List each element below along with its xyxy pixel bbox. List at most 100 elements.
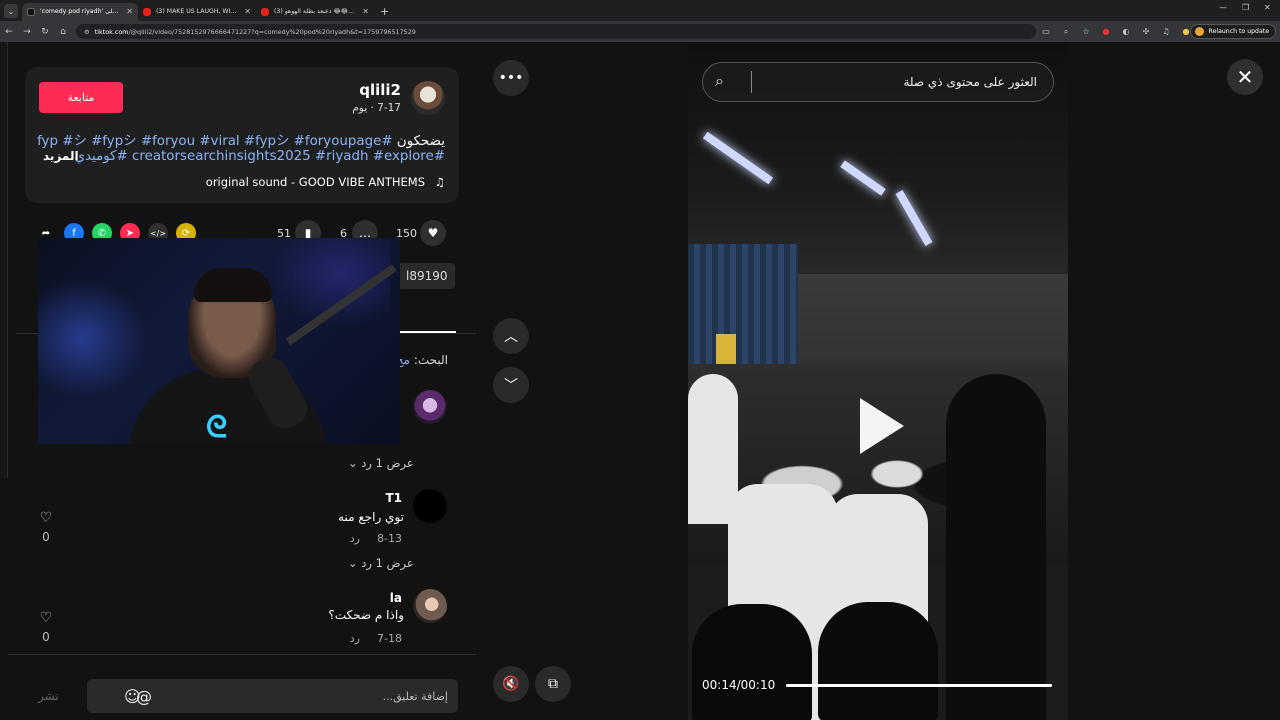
heart-outline-icon[interactable]: ♡ [36, 510, 56, 526]
previous-video-chevron-up-icon[interactable]: ︿ [493, 318, 529, 354]
comment-username[interactable]: la [390, 591, 402, 605]
url-host: tiktok.com [94, 27, 129, 36]
music-note-icon: ♫ [434, 175, 445, 189]
view-replies-label: عرض 1 رد [361, 456, 414, 470]
caption-hashtags[interactable]: #creatorsearchinsights2025 #riyadh #expl… [75, 149, 445, 164]
video-progress-fill [786, 684, 1052, 687]
tab-title: (3) MAKE US LAUGH, WIN $10... [156, 8, 255, 15]
comment-search-hint: البحث: مخ [396, 353, 448, 367]
comment-avatar[interactable] [413, 489, 447, 523]
creator-avatar[interactable] [411, 81, 445, 115]
bookmark-star-icon[interactable]: ☆ [1076, 27, 1096, 36]
relaunch-button[interactable]: Relaunch to update [1189, 24, 1276, 39]
related-search-bar[interactable]: ⌕ [702, 62, 1054, 102]
cast-icon[interactable]: ▭ [1036, 27, 1056, 36]
close-icon[interactable]: ✕ [1227, 59, 1263, 95]
chevron-down-icon: ⌄ [348, 556, 358, 570]
window-close-icon[interactable]: ✕ [1264, 3, 1271, 12]
mute-icon[interactable]: 🔇 [493, 666, 529, 702]
tab-search-icon[interactable]: ⌄ [4, 4, 18, 18]
music-title: original sound - GOOD VIBE ANTHEMS [205, 175, 426, 189]
duration: 00:10 [740, 678, 776, 692]
search-prefix: البحث: [413, 353, 448, 367]
video-player-area: ••• ︿ ﹀ 🔇 ⧉ ⌕ العثور على محتوى ذي صلة 00… [476, 42, 1280, 720]
address-bar[interactable]: ⚙ tiktok.com/@qlili2/video/7528152976666… [76, 24, 1036, 39]
browser-tab-tiktok[interactable]: 'comedy pod riyadh' اعثر على ✕ [22, 3, 138, 21]
reply-link[interactable]: رد [350, 532, 360, 545]
new-tab-icon[interactable]: + [380, 5, 389, 18]
site-info-icon[interactable]: ⚙ [84, 28, 90, 36]
comment-like[interactable]: ♡ 0 [36, 610, 56, 644]
view-replies-link[interactable]: عرض 1 رد ⌄ [348, 556, 414, 570]
browser-toolbar: ← → ↻ ⌂ ⚙ tiktok.com/@qlili2/video/75281… [0, 21, 1280, 42]
chevron-down-icon: ⌄ [348, 456, 358, 470]
video-timestamp: 00:14/00:10 [702, 678, 776, 692]
next-video-chevron-down-icon[interactable]: ﹀ [493, 367, 529, 403]
reply-link[interactable]: رد [350, 632, 360, 645]
comment-avatar[interactable] [413, 390, 447, 424]
view-replies-label: عرض 1 رد [361, 556, 414, 570]
webcam-overlay: ᘓ [38, 238, 400, 444]
home-icon[interactable]: ⌂ [54, 27, 72, 37]
left-edge-scrollbar[interactable] [0, 42, 8, 478]
webcam-blue-light [38, 278, 148, 398]
close-tab-icon[interactable]: ✕ [244, 3, 251, 21]
video-progress-bar[interactable] [786, 684, 1052, 687]
view-replies-link[interactable]: عرض 1 رد ⌄ [348, 456, 414, 470]
caption-hashtags[interactable]: #fyp #シ #fypシ #foryou #viral #fypシ #fory… [37, 134, 393, 149]
comment-like[interactable]: ♡ 0 [36, 510, 56, 544]
comment-avatar[interactable] [413, 589, 447, 623]
browser-tab-youtube-1[interactable]: (3) MAKE US LAUGH, WIN $10... ✕ [138, 3, 256, 21]
video-chair [692, 604, 812, 720]
more-link[interactable]: المزيد [43, 149, 79, 163]
media-icon[interactable]: ♫ [1156, 27, 1176, 36]
copy-link-field[interactable]: l89190 [398, 263, 455, 289]
search-icon[interactable]: ⌕ [715, 71, 724, 91]
youtube-icon [143, 8, 151, 16]
heart-outline-icon[interactable]: ♡ [36, 610, 56, 626]
video-frame[interactable]: ⌕ 00:14/00:10 [688, 44, 1068, 720]
restore-icon[interactable]: ❐ [1242, 3, 1249, 12]
video-chair [818, 602, 938, 720]
comment-like-count: 0 [42, 630, 50, 644]
browser-tab-strip: ⌄ 'comedy pod riyadh' اعثر على ✕ (3) MAK… [0, 0, 1280, 21]
forward-icon[interactable]: → [18, 27, 36, 37]
extension-icon[interactable]: ◐ [1116, 27, 1136, 36]
mention-icon[interactable]: @ [136, 687, 152, 706]
comment-date: 8-13 [377, 532, 402, 545]
creator-username[interactable]: qlili2 [359, 81, 401, 99]
close-tab-icon[interactable]: ✕ [362, 3, 369, 21]
description-card: qlili2 7-17 · يوم متابعة يضحكون #fyp #シ … [25, 67, 459, 203]
follow-button[interactable]: متابعة [39, 82, 123, 113]
streamer-logo-icon: ᘓ [206, 410, 228, 444]
close-tab-icon[interactable]: ✕ [126, 3, 133, 21]
post-comment-button[interactable]: نشر [38, 689, 59, 703]
related-search-input[interactable] [751, 71, 1041, 93]
comment-date: 7-18 [377, 632, 402, 645]
picture-in-picture-icon[interactable]: ⧉ [535, 666, 571, 702]
extension-icon[interactable]: ● [1096, 27, 1116, 36]
caption-line-2: #creatorsearchinsights2025 #riyadh #expl… [62, 149, 445, 164]
heart-icon[interactable]: ♥ [420, 220, 446, 246]
comment-text: واذا م ضحكت؟ [328, 608, 404, 622]
back-icon[interactable]: ← [0, 27, 18, 37]
tab-title: (3) دعبعد بطلة الهوهو 😂😂😂😂 [274, 8, 363, 15]
current-time: 00:14 [702, 678, 737, 692]
minimize-icon[interactable]: — [1219, 3, 1227, 12]
youtube-icon [261, 8, 269, 16]
caption-text: يضحكون [396, 134, 445, 149]
post-date: 7-17 · يوم [352, 102, 401, 114]
screen: ⌄ 'comedy pod riyadh' اعثر على ✕ (3) MAK… [0, 0, 1280, 720]
reload-icon[interactable]: ↻ [36, 27, 54, 37]
browser-tab-youtube-2[interactable]: (3) دعبعد بطلة الهوهو 😂😂😂😂 ✕ [256, 3, 374, 21]
tiktok-page: qlili2 7-17 · يوم متابعة يضحكون #fyp #シ … [0, 42, 1280, 720]
url-path: /@qlili2/video/7528152976666471227?q=com… [128, 27, 416, 36]
comment-text: توي راجع منه [338, 510, 404, 524]
comment-like-count: 0 [42, 530, 50, 544]
more-options-icon[interactable]: ••• [493, 60, 529, 96]
music-link[interactable]: original sound - GOOD VIBE ANTHEMS ♫ [206, 175, 445, 189]
play-icon[interactable] [860, 398, 904, 454]
zoom-icon[interactable]: ⌕ [1056, 27, 1076, 37]
comment-username[interactable]: T1 [385, 491, 402, 505]
extensions-puzzle-icon[interactable]: ✣ [1136, 27, 1156, 36]
